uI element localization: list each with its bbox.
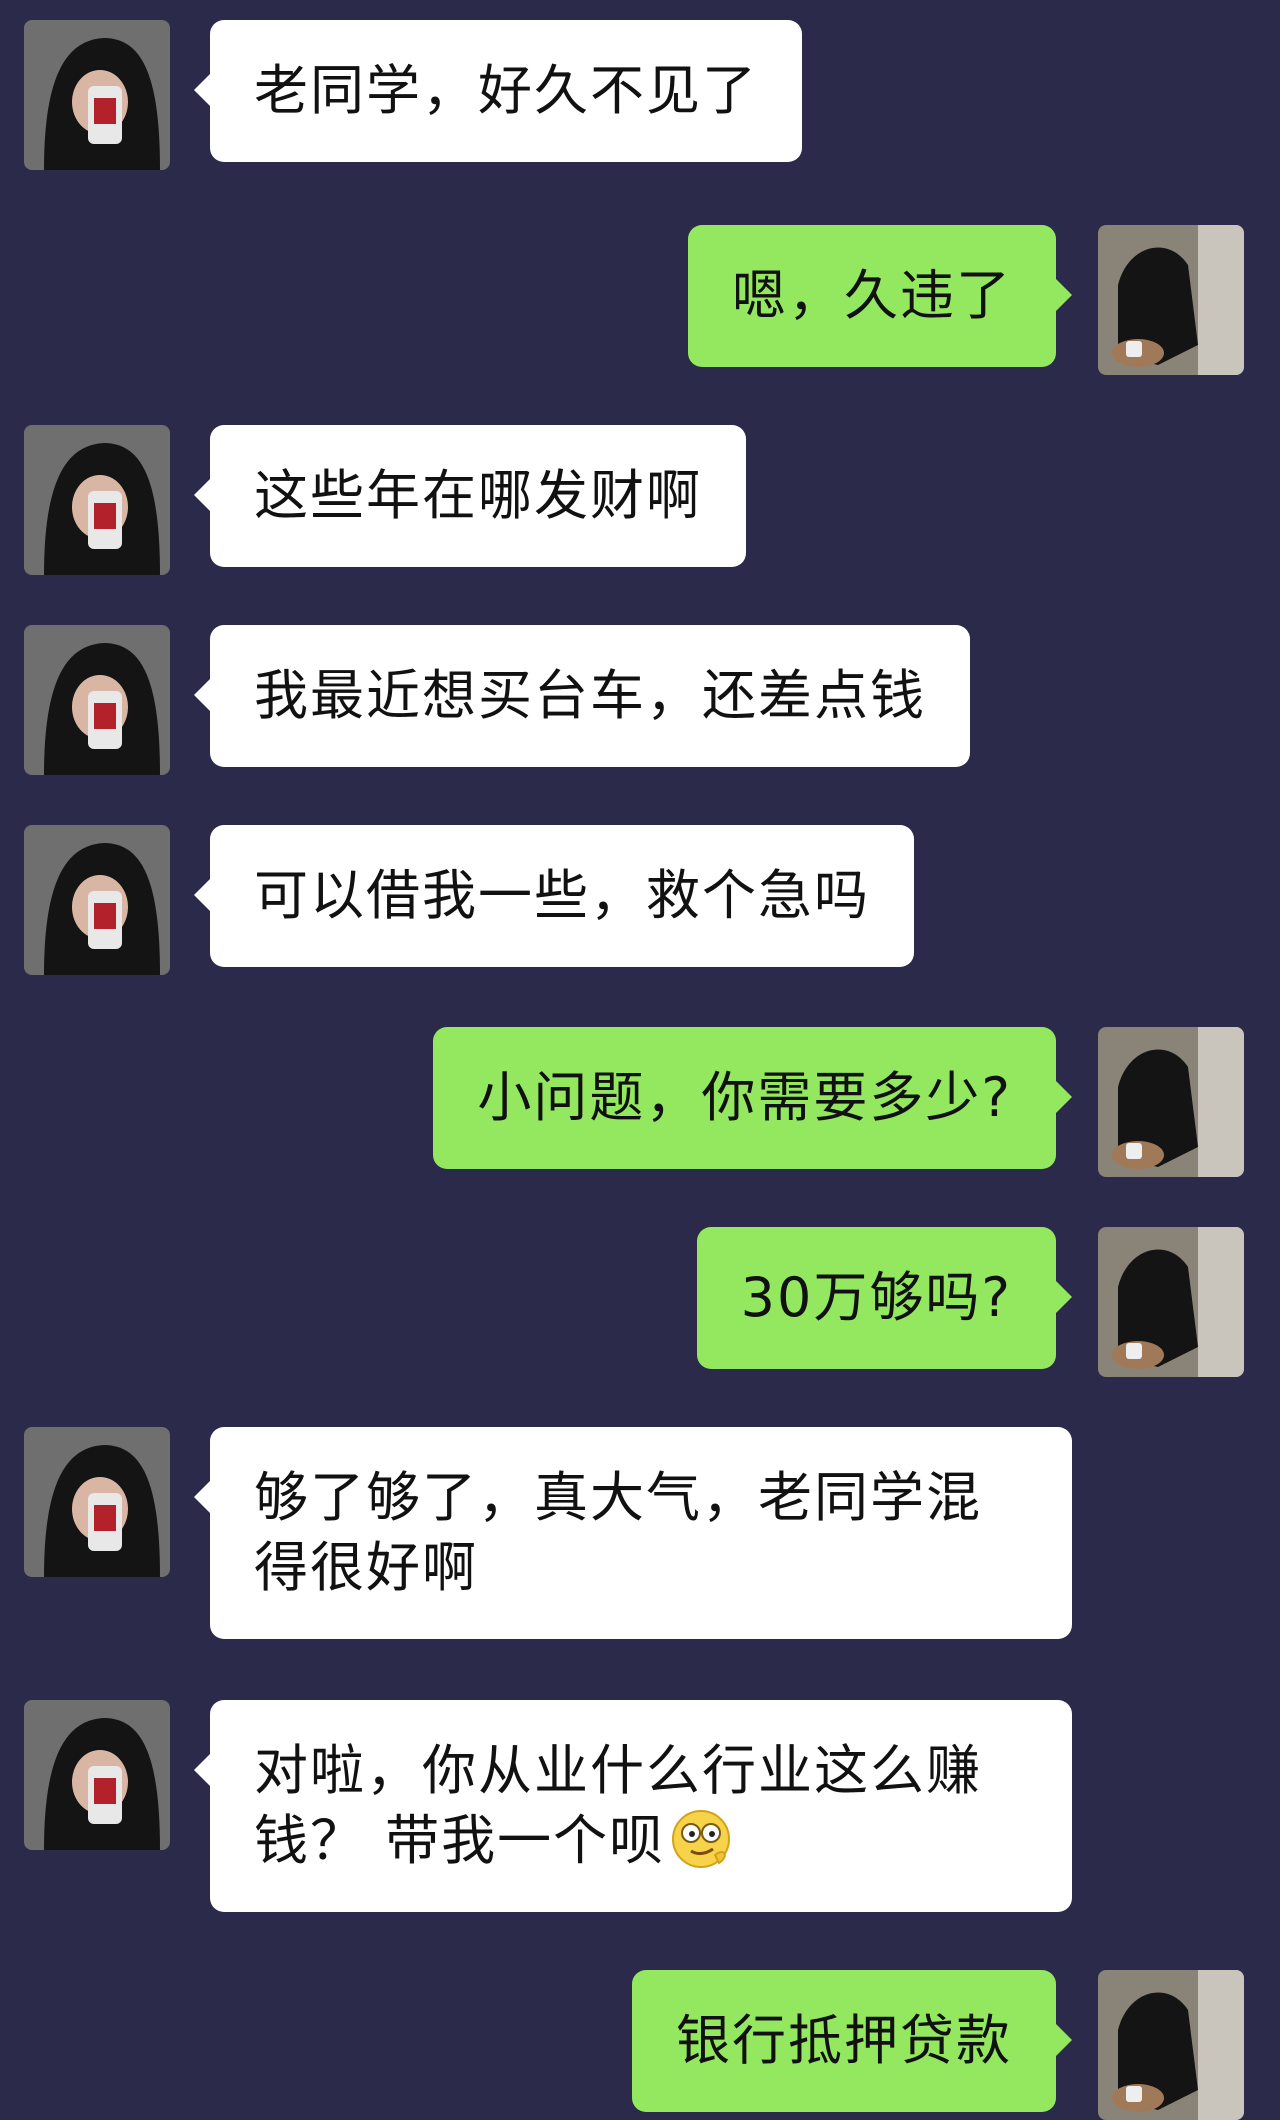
seated-person-avatar-icon	[1098, 1227, 1244, 1377]
outgoing-message-bubble[interactable]: 小问题，你需要多少?	[433, 1027, 1072, 1169]
seated-person-avatar-icon	[1098, 1970, 1244, 2120]
incoming-message-bubble[interactable]: 对啦，你从业什么行业这么赚钱？ 带我一个呗	[194, 1700, 1072, 1912]
message-row: 我最近想买台车，还差点钱	[0, 625, 1280, 775]
message-row: 对啦，你从业什么行业这么赚钱？ 带我一个呗	[0, 1700, 1280, 1915]
message-row: 银行抵押贷款	[0, 1970, 1280, 2120]
avatar[interactable]	[24, 425, 170, 575]
hooded-person-avatar-icon	[24, 20, 170, 170]
message-text: 我最近想买台车，还差点钱	[254, 664, 926, 727]
message-row: 可以借我一些，救个急吗	[0, 825, 1280, 975]
hooded-person-avatar-icon	[24, 825, 170, 975]
avatar[interactable]	[1098, 1970, 1244, 2120]
message-text: 这些年在哪发财啊	[254, 464, 702, 527]
message-text: 嗯，久违了	[732, 264, 1012, 327]
message-text: 够了够了，真大气，老同学混得很好啊	[254, 1466, 982, 1599]
message-text: 银行抵押贷款	[676, 2009, 1012, 2072]
message-row: 老同学，好久不见了	[0, 20, 1280, 170]
message-text: 可以借我一些，救个急吗	[254, 864, 870, 927]
incoming-message-bubble[interactable]: 老同学，好久不见了	[194, 20, 802, 162]
incoming-message-bubble[interactable]: 可以借我一些，救个急吗	[194, 825, 914, 967]
message-text: 30万够吗?	[740, 1266, 1012, 1329]
message-row: 嗯，久违了	[0, 225, 1280, 375]
seated-person-avatar-icon	[1098, 1027, 1244, 1177]
hooded-person-avatar-icon	[24, 425, 170, 575]
seated-person-avatar-icon	[1098, 225, 1244, 375]
message-row: 小问题，你需要多少?	[0, 1027, 1280, 1177]
avatar[interactable]	[24, 20, 170, 170]
smirk-emoji-icon	[669, 1807, 733, 1871]
incoming-message-bubble[interactable]: 这些年在哪发财啊	[194, 425, 746, 567]
chat-thread: 老同学，好久不见了 嗯，久违了 这些年在哪发财啊 我最近想买台车，还差点钱 可以…	[0, 0, 1280, 2120]
message-row: 30万够吗?	[0, 1227, 1280, 1377]
message-text: 小问题，你需要多少?	[477, 1066, 1012, 1129]
message-row: 这些年在哪发财啊	[0, 425, 1280, 575]
avatar[interactable]	[24, 1700, 170, 1850]
hooded-person-avatar-icon	[24, 1427, 170, 1577]
avatar[interactable]	[1098, 1027, 1244, 1177]
message-text: 对啦，你从业什么行业这么赚钱？ 带我一个呗	[254, 1739, 982, 1872]
hooded-person-avatar-icon	[24, 1700, 170, 1850]
incoming-message-bubble[interactable]: 够了够了，真大气，老同学混得很好啊	[194, 1427, 1072, 1639]
incoming-message-bubble[interactable]: 我最近想买台车，还差点钱	[194, 625, 970, 767]
outgoing-message-bubble[interactable]: 嗯，久违了	[688, 225, 1072, 367]
outgoing-message-bubble[interactable]: 银行抵押贷款	[632, 1970, 1072, 2112]
avatar[interactable]	[24, 825, 170, 975]
message-row: 够了够了，真大气，老同学混得很好啊	[0, 1427, 1280, 1647]
avatar[interactable]	[1098, 225, 1244, 375]
avatar[interactable]	[24, 1427, 170, 1577]
outgoing-message-bubble[interactable]: 30万够吗?	[696, 1227, 1073, 1369]
message-text: 老同学，好久不见了	[254, 59, 758, 122]
avatar[interactable]	[1098, 1227, 1244, 1377]
avatar[interactable]	[24, 625, 170, 775]
hooded-person-avatar-icon	[24, 625, 170, 775]
